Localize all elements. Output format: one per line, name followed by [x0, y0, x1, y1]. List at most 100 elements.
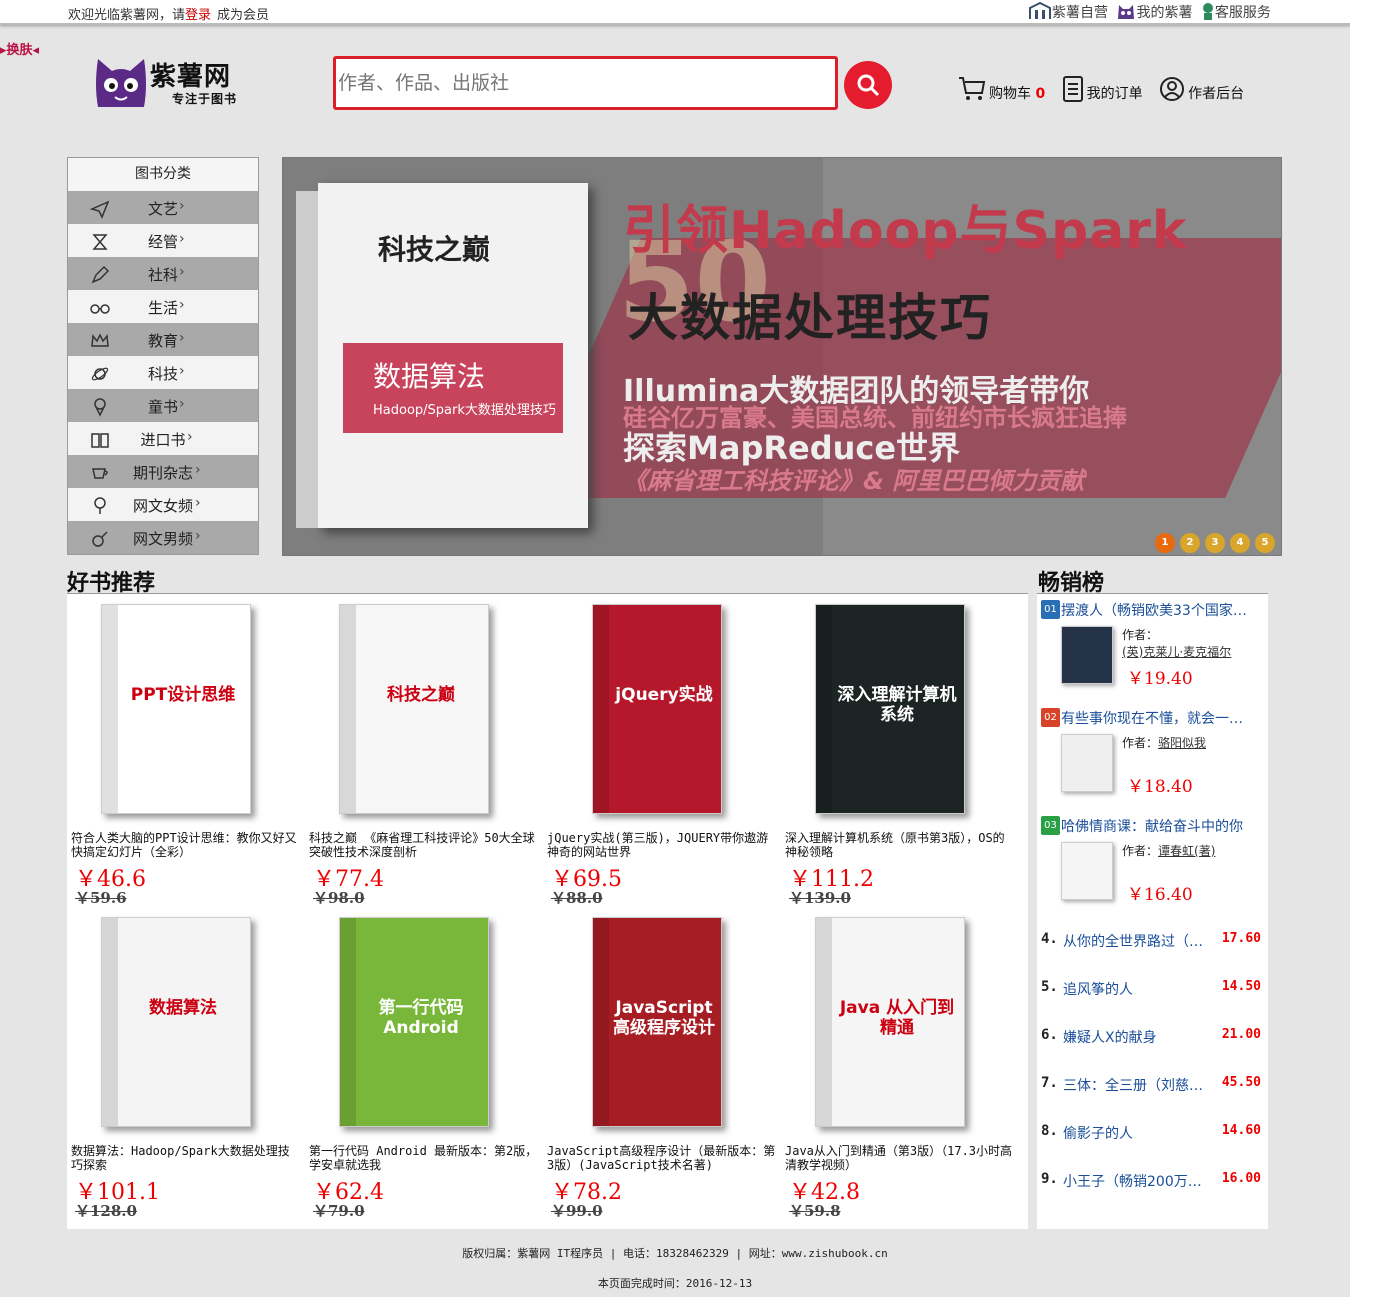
book-card[interactable]: 第一行代码 Android 第一行代码 Android 最新版本：第2版，学安卓就…: [309, 912, 539, 1222]
book-cover-image[interactable]: PPT设计思维: [101, 604, 251, 814]
bestseller-row[interactable]: 8. 偷影子的人 14.60: [1041, 1123, 1266, 1143]
book-card[interactable]: 数据算法 数据算法：Hadoop/Spark大数据处理技巧探索 ￥101.1 ￥128…: [71, 912, 301, 1222]
top-link-customer-service[interactable]: 客服服务: [1201, 2, 1271, 22]
banner-dot[interactable]: 1: [1155, 533, 1175, 553]
bestseller-price: ￥16.40: [1127, 885, 1193, 905]
book-cover-image[interactable]: Java 从入门到精通: [815, 917, 965, 1127]
category-item[interactable]: 科技 ›: [68, 356, 258, 389]
bestseller-title[interactable]: 摆渡人（畅销欧美33个国家…: [1061, 600, 1266, 620]
banner-dot[interactable]: 4: [1230, 533, 1250, 553]
top-link-my-account[interactable]: 我的紫薯: [1116, 2, 1192, 22]
bestseller-row[interactable]: 6. 嫌疑人X的献身 21.00: [1041, 1027, 1266, 1047]
search-button[interactable]: [844, 61, 892, 109]
category-item[interactable]: 网文女频 ›: [68, 488, 258, 521]
rank-badge: 02: [1041, 708, 1060, 727]
book-title[interactable]: 第一行代码 Android 最新版本：第2版，学安卓就选我: [309, 1144, 539, 1172]
author-name[interactable]: 骆阳似我: [1158, 736, 1206, 750]
book-title[interactable]: 数据算法：Hadoop/Spark大数据处理技巧探索: [71, 1144, 301, 1172]
category-item[interactable]: 文艺 ›: [68, 191, 258, 224]
author-backend-link[interactable]: 作者后台: [1159, 76, 1244, 103]
book-title[interactable]: 科技之巅 《麻省理工科技评论》50大全球突破性技术深度剖析: [309, 831, 539, 859]
book-cover-image[interactable]: 第一行代码 Android: [339, 917, 489, 1127]
book-title[interactable]: jQuery实战(第三版)，JQUERY带你遨游神奇的网站世界: [547, 831, 777, 859]
bestseller-top-item[interactable]: 02 有些事你现在不懂，就会一… 作者：骆阳似我 ￥18.40: [1041, 706, 1266, 806]
bestseller-thumbnail[interactable]: [1061, 734, 1113, 792]
search-input[interactable]: [336, 59, 835, 107]
bestseller-top-item[interactable]: 01 摆渡人（畅销欧美33个国家… 作者： (英)克莱儿·麦克福尔 ￥19.40: [1041, 598, 1266, 698]
book-card[interactable]: 深入理解计算机系统 深入理解计算机系统（原书第3版），OS的神秘领略 ￥111.2 ￥…: [785, 599, 1015, 909]
recommend-panel: PPT设计思维 符合人类大脑的PPT设计思维：教你又好又快搞定幻灯片（全彩） ￥46…: [67, 593, 1028, 1229]
book-card[interactable]: PPT设计思维 符合人类大脑的PPT设计思维：教你又好又快搞定幻灯片（全彩） ￥46…: [71, 599, 301, 909]
bestseller-row[interactable]: 9. 小王子（畅销200万… 16.00: [1041, 1171, 1266, 1191]
bestseller-title[interactable]: 哈佛情商课：献给奋斗中的你: [1061, 816, 1266, 836]
book-original-price: ￥98.0: [313, 889, 365, 907]
bestseller-author: 作者：谭春虹(著): [1122, 842, 1267, 859]
book-title[interactable]: 深入理解计算机系统（原书第3版），OS的神秘领略: [785, 831, 1015, 859]
chevron-right-icon: ›: [179, 297, 185, 313]
bestseller-thumbnail[interactable]: [1061, 626, 1113, 684]
book-cover-image[interactable]: 科技之巅: [339, 604, 489, 814]
book-cover-image[interactable]: 数据算法: [101, 917, 251, 1127]
category-item[interactable]: 进口书 ›: [68, 422, 258, 455]
promo-banner[interactable]: 50 科技之巅 数据算法 Hadoop/Spark大数据处理技巧 引领Hadoo…: [282, 157, 1282, 556]
register-link[interactable]: 成为会员: [217, 8, 269, 23]
top-link-label: 紫薯自营: [1052, 5, 1108, 21]
banner-dot[interactable]: 2: [1180, 533, 1200, 553]
author-label: 作者：: [1122, 844, 1159, 858]
book-cover-text: jQuery实战: [615, 685, 713, 705]
bestseller-title[interactable]: 有些事你现在不懂，就会一…: [1061, 708, 1266, 728]
top-link-self-operated[interactable]: 紫薯自营: [1028, 1, 1108, 22]
book-title[interactable]: Java从入门到精通（第3版）（17.3小时高清教学视频）: [785, 1144, 1015, 1172]
book-card[interactable]: Java 从入门到精通 Java从入门到精通（第3版）（17.3小时高清教学视频）…: [785, 912, 1015, 1222]
banner-line-6: 《麻省理工科技评论》& 阿里巴巴倾力贡献: [623, 467, 1085, 495]
bestseller-title[interactable]: 追风筝的人: [1063, 979, 1213, 999]
bestseller-row[interactable]: 7. 三体：全三册（刘慈… 45.50: [1041, 1075, 1266, 1095]
category-item[interactable]: 经管 ›: [68, 224, 258, 257]
cat-logo-icon: [96, 59, 146, 107]
login-link[interactable]: 登录: [185, 8, 211, 23]
category-item[interactable]: 生活 ›: [68, 290, 258, 323]
author-name[interactable]: 谭春虹(著): [1158, 844, 1215, 858]
bestseller-row[interactable]: 5. 追风筝的人 14.50: [1041, 979, 1266, 999]
chevron-right-icon: ›: [195, 495, 201, 511]
bestseller-thumbnail[interactable]: [1061, 842, 1113, 900]
book-cover-text: Java 从入门到精通: [839, 998, 955, 1038]
book-cover-image[interactable]: 深入理解计算机系统: [815, 604, 965, 814]
site-logo[interactable]: 紫薯网 专注于图书: [92, 55, 252, 110]
orders-link[interactable]: 我的订单: [1062, 76, 1143, 103]
category-label: 童书: [147, 398, 178, 416]
book-cover-image[interactable]: jQuery实战: [592, 604, 722, 814]
bestseller-title[interactable]: 小王子（畅销200万…: [1063, 1171, 1213, 1191]
category-item[interactable]: 社科 ›: [68, 257, 258, 290]
author-name[interactable]: (英)克莱儿·麦克福尔: [1122, 645, 1231, 659]
category-item[interactable]: 教育 ›: [68, 323, 258, 356]
category-label: 进口书: [140, 431, 186, 449]
chevron-right-icon: ›: [179, 231, 185, 247]
banner-dot[interactable]: 3: [1205, 533, 1225, 553]
bestseller-row[interactable]: 4. 从你的全世界路过（… 17.60: [1041, 931, 1266, 951]
bestseller-title[interactable]: 偷影子的人: [1063, 1123, 1213, 1143]
banner-book-band: 数据算法 Hadoop/Spark大数据处理技巧: [343, 343, 563, 433]
category-list: 文艺 › 经管 › 社科 › 生活 › 教育 › 科技 › 童书 › 进口书 › 期刊杂志 › 网文女频 › 网文男频 ›: [68, 191, 258, 554]
book-card[interactable]: jQuery实战 jQuery实战(第三版)，JQUERY带你遨游神奇的网站世界 ￥…: [547, 599, 777, 909]
bestseller-top-item[interactable]: 03 哈佛情商课：献给奋斗中的你作者：谭春虹(著) ￥16.40: [1041, 814, 1266, 914]
bestseller-title[interactable]: 三体：全三册（刘慈…: [1063, 1075, 1213, 1095]
book-title[interactable]: JavaScript高级程序设计（最新版本：第3版）(JavaScript技术名…: [547, 1144, 777, 1172]
order-list-icon: [1062, 76, 1083, 102]
book-card[interactable]: JavaScript高级程序设计 JavaScript高级程序设计（最新版本：第3…: [547, 912, 777, 1222]
rank-badge: 03: [1041, 816, 1060, 835]
category-item[interactable]: 童书 ›: [68, 389, 258, 422]
book-card[interactable]: 科技之巅 科技之巅 《麻省理工科技评论》50大全球突破性技术深度剖析 ￥77.4 ￥9…: [309, 599, 539, 909]
bestseller-title[interactable]: 嫌疑人X的献身: [1063, 1027, 1213, 1047]
book-cover-area: 数据算法: [71, 912, 301, 1137]
banner-dot[interactable]: 5: [1255, 533, 1275, 553]
book-cover-image[interactable]: JavaScript高级程序设计: [592, 917, 722, 1127]
book-cover-spine: [340, 605, 356, 813]
bestseller-panel: 01 摆渡人（畅销欧美33个国家… 作者： (英)克莱儿·麦克福尔 ￥19.40 02 有些…: [1037, 593, 1268, 1229]
skin-switcher[interactable]: ▸换肤◂: [0, 39, 39, 58]
bestseller-title[interactable]: 从你的全世界路过（…: [1063, 931, 1213, 951]
category-item[interactable]: 期刊杂志 ›: [68, 455, 258, 488]
book-title[interactable]: 符合人类大脑的PPT设计思维：教你又好又快搞定幻灯片（全彩）: [71, 831, 301, 859]
cart-link[interactable]: 购物车 0: [958, 76, 1045, 103]
category-item[interactable]: 网文男频 ›: [68, 521, 258, 554]
